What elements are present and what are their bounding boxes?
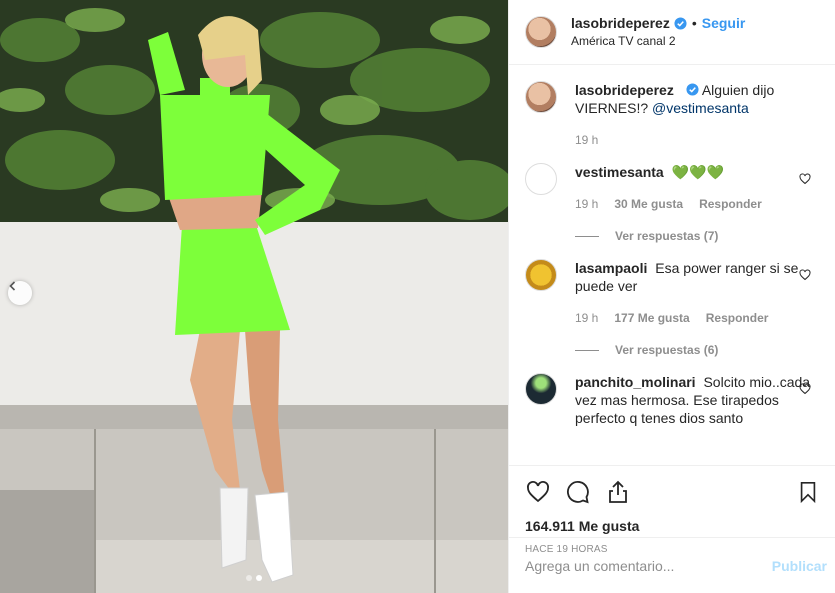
replies-divider — [575, 235, 599, 237]
caption-time: 19 h — [575, 133, 599, 147]
replies-divider — [575, 349, 599, 351]
comment-text: 💚💚💚 — [671, 164, 724, 180]
add-comment-bar: Publicar — [509, 537, 835, 593]
comment-item: lasampaoli Esa power ranger si se puede … — [525, 259, 819, 359]
carousel-dot-active — [256, 575, 262, 581]
publish-button[interactable]: Publicar — [772, 558, 827, 574]
carousel-dot — [246, 575, 252, 581]
comment-bubble-icon[interactable] — [565, 480, 591, 504]
comment-username[interactable]: panchito_molinari — [575, 374, 696, 390]
post-panel: lasobrideperez • Seguir América TV canal… — [508, 0, 835, 593]
comment-username[interactable]: lasampaoli — [575, 260, 647, 276]
comment-likes[interactable]: 30 Me gusta — [614, 195, 683, 213]
location-link[interactable]: América TV canal 2 — [571, 33, 745, 49]
comment-input[interactable] — [525, 557, 764, 574]
avatar[interactable] — [525, 16, 557, 48]
avatar[interactable] — [525, 163, 557, 195]
avatar[interactable] — [525, 81, 557, 113]
author-username[interactable]: lasobrideperez — [571, 15, 670, 31]
instagram-post: lasobrideperez • Seguir América TV canal… — [0, 0, 835, 593]
comment-time: 19 h — [575, 311, 599, 325]
heart-outline-icon[interactable] — [799, 173, 811, 185]
bookmark-icon[interactable] — [797, 480, 819, 504]
heart-outline-icon[interactable] — [799, 383, 811, 395]
comment-time: 19 h — [575, 197, 599, 211]
verified-badge-icon — [674, 16, 687, 30]
view-replies-label: Ver respuestas (7) — [615, 229, 719, 243]
follow-button[interactable]: Seguir — [702, 15, 746, 31]
view-replies-button[interactable]: Ver respuestas (6) — [575, 341, 813, 359]
photo-illustration — [0, 0, 508, 593]
separator-dot: • — [691, 15, 697, 31]
like-count[interactable]: 164.911 Me gusta — [525, 518, 819, 534]
caption-username[interactable]: lasobrideperez — [575, 82, 674, 98]
carousel-indicator — [0, 575, 508, 581]
verified-badge-icon — [686, 83, 699, 96]
mention-link[interactable]: @vestimesanta — [652, 100, 749, 116]
avatar[interactable] — [525, 373, 557, 405]
view-replies-button[interactable]: Ver respuestas (7) — [575, 227, 813, 245]
like-heart-icon[interactable] — [525, 480, 551, 504]
chevron-left-icon — [9, 281, 16, 291]
share-icon[interactable] — [605, 480, 631, 504]
comment-item: panchito_molinari Solcito mio..cada vez … — [525, 373, 819, 427]
comments-list[interactable]: lasobrideperez Alguien dijo VIERNES!? @v… — [509, 65, 835, 465]
avatar[interactable] — [525, 259, 557, 291]
caption: lasobrideperez Alguien dijo VIERNES!? @v… — [525, 81, 819, 149]
previous-photo-button[interactable] — [8, 281, 32, 305]
reply-button[interactable]: Responder — [706, 309, 769, 327]
comment-item: vestimesanta 💚💚💚 19 h 30 Me gusta Respon… — [525, 163, 819, 245]
view-replies-label: Ver respuestas (6) — [615, 343, 719, 357]
heart-outline-icon[interactable] — [799, 269, 811, 281]
reply-button[interactable]: Responder — [699, 195, 762, 213]
comment-likes[interactable]: 177 Me gusta — [614, 309, 689, 327]
post-photo[interactable] — [0, 0, 508, 593]
comment-username[interactable]: vestimesanta — [575, 164, 664, 180]
post-header: lasobrideperez • Seguir América TV canal… — [509, 0, 835, 65]
